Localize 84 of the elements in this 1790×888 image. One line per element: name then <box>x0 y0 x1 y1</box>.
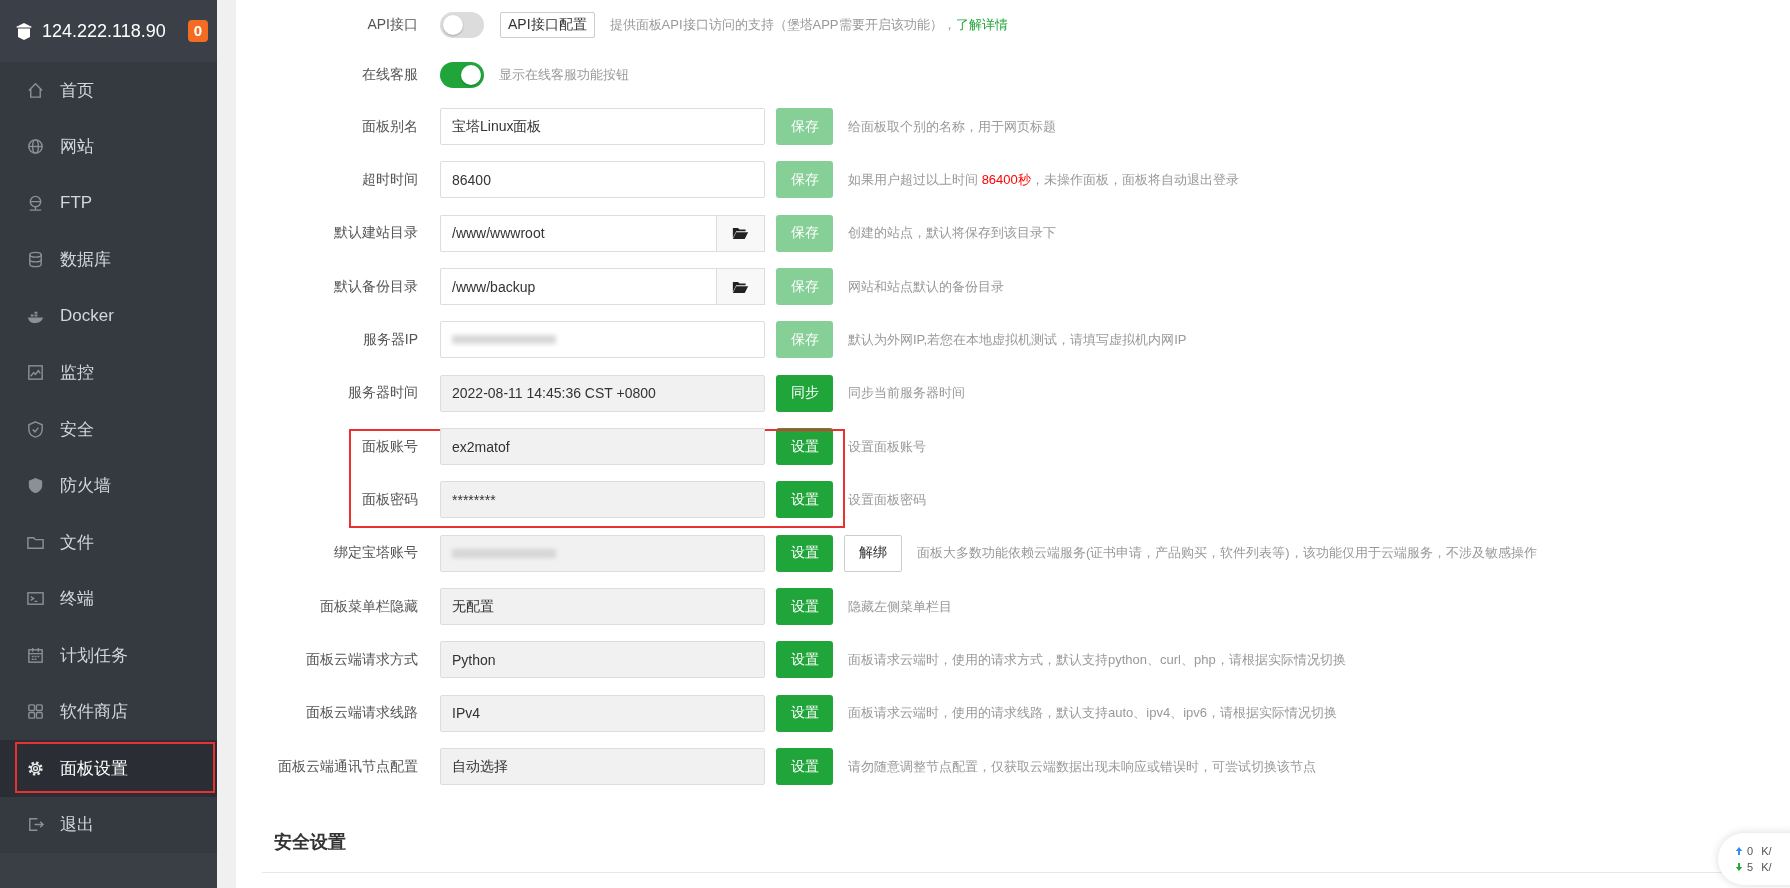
config-button[interactable]: API接口配置 <box>500 12 595 38</box>
input-field[interactable]: 2022-08-11 14:45:36 CST +0800 <box>440 374 765 412</box>
description: 网站和站点默认的备份目录 <box>848 277 1004 296</box>
chart-icon <box>26 363 45 383</box>
description: 默认为外网IP,若您在本地虚拟机测试，请填写虚拟机内网IP <box>848 330 1187 349</box>
globe-icon <box>26 137 45 157</box>
menu-item[interactable]: 面板设置 <box>0 740 217 797</box>
tower-icon <box>14 21 34 41</box>
menu-item[interactable]: 监控 <box>0 344 217 401</box>
toggle-switch[interactable] <box>440 12 484 38</box>
input-field[interactable]: ******** <box>440 481 765 519</box>
input-field[interactable] <box>440 321 765 359</box>
description: 请勿随意调整节点配置，仅获取云端数据出现未响应或错误时，可尝试切换该节点 <box>848 757 1316 776</box>
description: 显示在线客服功能按钮 <box>499 66 629 84</box>
field-label: 服务器时间 <box>347 384 418 403</box>
menu-item[interactable]: 终端 <box>0 570 217 627</box>
browse-button[interactable] <box>716 268 765 306</box>
field-label: 面板云端请求线路 <box>305 704 418 723</box>
grid-icon <box>26 702 45 722</box>
description: 同步当前服务器时间 <box>848 384 965 403</box>
menu-item[interactable]: 数据库 <box>0 231 217 288</box>
notification-badge: 0 <box>187 20 209 42</box>
speed-value: 0 <box>1747 845 1754 857</box>
menu-item[interactable]: 文件 <box>0 514 217 571</box>
field-label: 面板菜单栏隐藏 <box>319 597 418 616</box>
menu-item[interactable]: FTP <box>0 175 217 232</box>
home-icon <box>26 80 45 100</box>
shield-icon <box>26 476 45 496</box>
menu-item[interactable]: 计划任务 <box>0 627 217 684</box>
field-label: 默认建站目录 <box>333 224 418 243</box>
field-label: 面板云端通讯节点配置 <box>277 757 418 776</box>
down-arrow-icon <box>1735 862 1743 872</box>
field-label: 在线客服 <box>361 66 418 84</box>
description: 面板请求云端时，使用的请求线路，默认支持auto、ipv4、ipv6，请根据实际情况切换 <box>848 704 1337 723</box>
description: 如果用户超过以上时间 86400秒，未操作面板，面板将自动退出登录 <box>848 171 1239 189</box>
menu-item[interactable]: 网站 <box>0 118 217 175</box>
field-label: API接口 <box>366 16 418 34</box>
browse-button[interactable] <box>716 214 765 252</box>
field-label: 服务器IP <box>361 330 418 349</box>
description: 设置面板账号 <box>848 437 926 456</box>
unbind-button[interactable]: 解绑 <box>844 534 902 572</box>
calendar-icon <box>26 645 45 665</box>
shield-icon <box>26 419 45 439</box>
description: 提供面板API接口访问的支持（堡塔APP需要开启该功能），了解详情 <box>609 16 1008 34</box>
description: 面板请求云端时，使用的请求方式，默认支持python、curl、php，请根据实际情况切换 <box>848 650 1346 669</box>
menu-item[interactable]: 退出 <box>0 796 217 853</box>
input-field[interactable]: 86400 <box>440 161 765 199</box>
database-icon <box>26 250 45 270</box>
folder-icon <box>732 226 749 241</box>
description: 隐藏左侧菜单栏目 <box>848 597 952 616</box>
server-address: 124.222.118.90 <box>42 20 166 42</box>
folder-icon <box>732 279 749 294</box>
menu-item[interactable]: 安全 <box>0 401 217 458</box>
input-field[interactable]: 自动选择 <box>440 748 765 786</box>
menu-item[interactable]: 防火墙 <box>0 457 217 514</box>
speed-unit: K/ <box>1761 845 1772 857</box>
menu-item[interactable]: 首页 <box>0 62 217 119</box>
input-field[interactable]: /www/wwwroot <box>440 214 716 252</box>
field-label: 默认备份目录 <box>333 277 418 296</box>
input-field[interactable] <box>440 534 765 572</box>
field-label: 超时时间 <box>361 171 418 189</box>
description: 创建的站点，默认将保存到该目录下 <box>848 224 1056 243</box>
field-label: 绑定宝塔账号 <box>333 544 418 563</box>
input-field[interactable]: ex2matof <box>440 428 765 466</box>
field-label: 面板云端请求方式 <box>305 650 418 669</box>
input-field[interactable]: Python <box>440 641 765 679</box>
settings-icon <box>26 758 45 778</box>
field-label: 面板密码 <box>361 490 418 509</box>
speed-value: 5 <box>1747 861 1754 873</box>
input-field[interactable]: IPv4 <box>440 694 765 732</box>
up-arrow-icon <box>1735 846 1743 856</box>
input-field[interactable]: 宝塔Linux面板 <box>440 108 765 146</box>
section-title: 安全设置 <box>274 832 346 853</box>
menu-item[interactable]: Docker <box>0 288 217 345</box>
description: 设置面板密码 <box>848 490 926 509</box>
description: 面板大多数功能依赖云端服务(证书申请，产品购买，软件列表等)，该功能仅用于云端服务，不涉及敏感操作 <box>917 544 1537 563</box>
input-field[interactable]: 无配置 <box>440 588 765 626</box>
field-label: 面板账号 <box>361 437 418 456</box>
speed-unit: K/ <box>1761 861 1772 873</box>
description: 给面板取个别的名称，用于网页标题 <box>848 117 1056 136</box>
toggle-switch[interactable] <box>440 62 484 88</box>
input-field[interactable]: /www/backup <box>440 268 716 306</box>
field-label: 面板别名 <box>361 117 418 136</box>
menu-item[interactable]: 软件商店 <box>0 683 217 740</box>
